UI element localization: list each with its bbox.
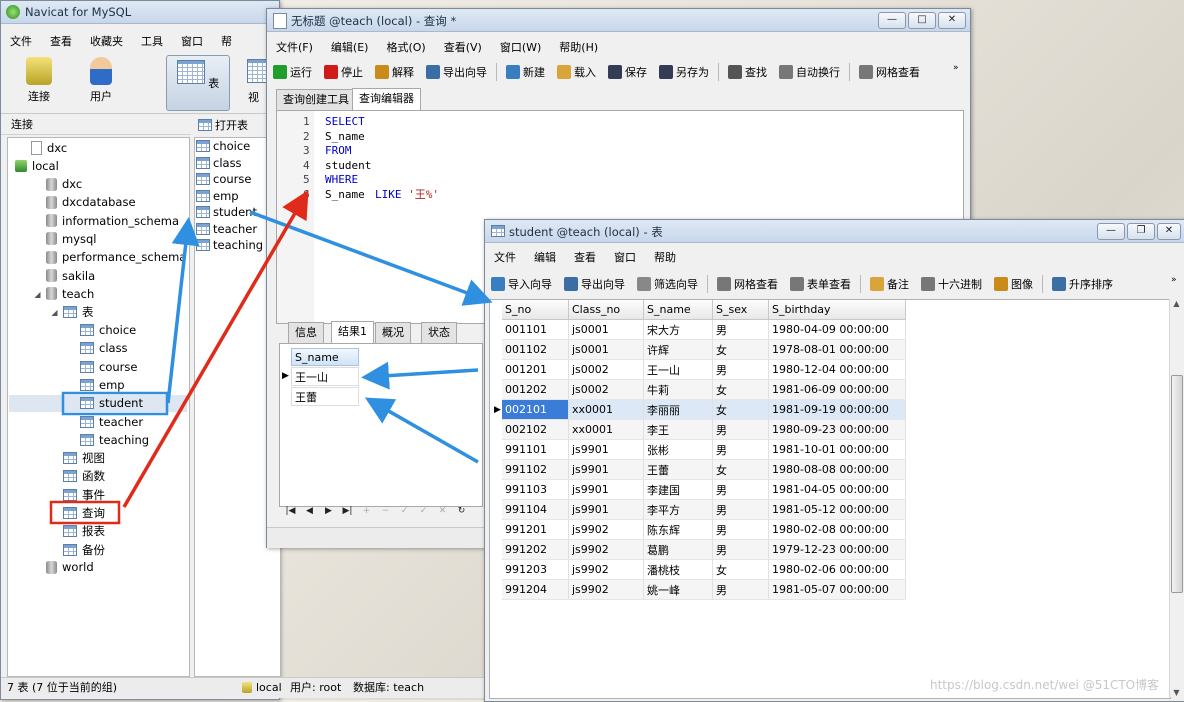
highlight-box-student: [61, 391, 169, 416]
blue-arrow-to-objlist: [166, 217, 200, 404]
annotation-arrows: [49, 189, 493, 525]
highlight-box-query: [49, 500, 121, 525]
blue-arrow-to-result-1: [361, 361, 479, 390]
red-arrow-to-editor: [122, 189, 309, 508]
blue-arrow-to-table: [249, 210, 493, 306]
blue-arrow-to-result-2: [364, 397, 479, 464]
